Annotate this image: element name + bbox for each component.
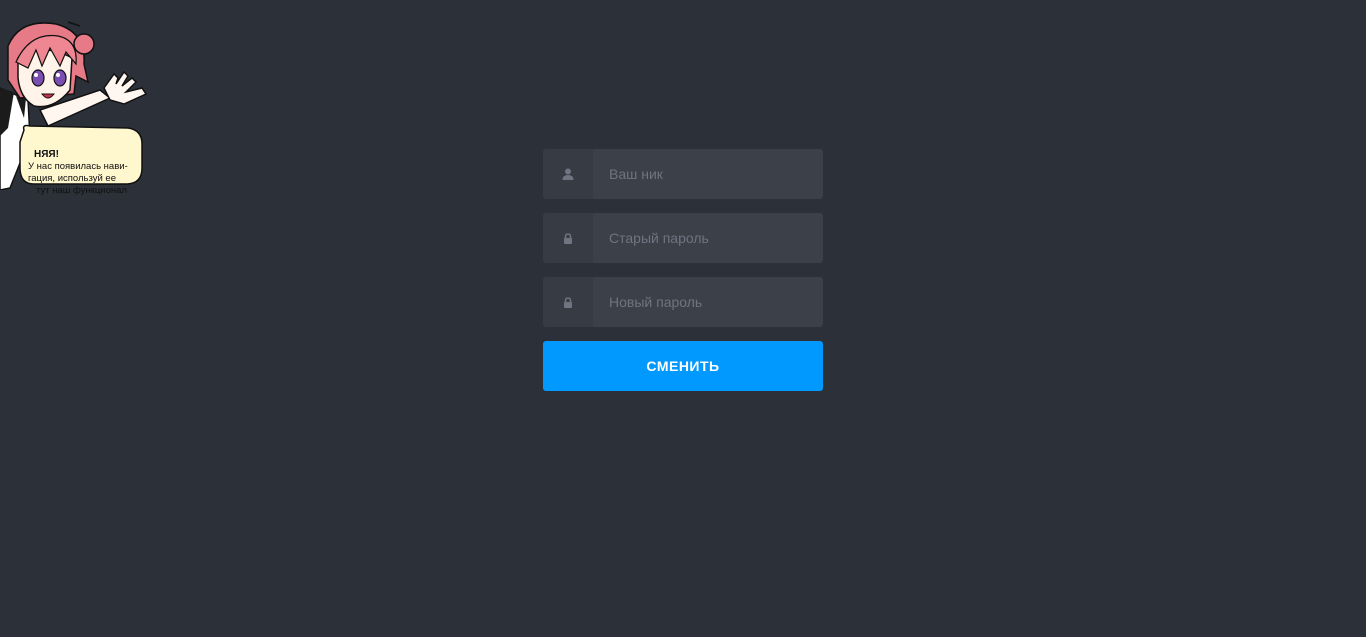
change-password-form: СМЕНИТЬ [543,149,823,391]
bubble-line-3: тут наш функционал [36,185,127,196]
old-password-input[interactable] [593,213,823,263]
new-password-field-group [543,277,823,327]
speech-bubble: НЯЯ! У нас появилась нави- гация, исполь… [22,149,140,197]
nick-input[interactable] [593,149,823,199]
lock-icon [543,213,593,263]
old-password-field-group [543,213,823,263]
bubble-line-2: гация, используй ее [28,173,116,184]
lock-icon [543,277,593,327]
mascot-navigation-helper[interactable]: НЯЯ! У нас появилась нави- гация, исполь… [0,18,150,196]
nick-field-group [543,149,823,199]
new-password-input[interactable] [593,277,823,327]
bubble-title: НЯЯ! [34,149,59,160]
bubble-line-1: У нас появилась нави- [28,161,128,172]
user-icon [543,149,593,199]
change-button[interactable]: СМЕНИТЬ [543,341,823,391]
